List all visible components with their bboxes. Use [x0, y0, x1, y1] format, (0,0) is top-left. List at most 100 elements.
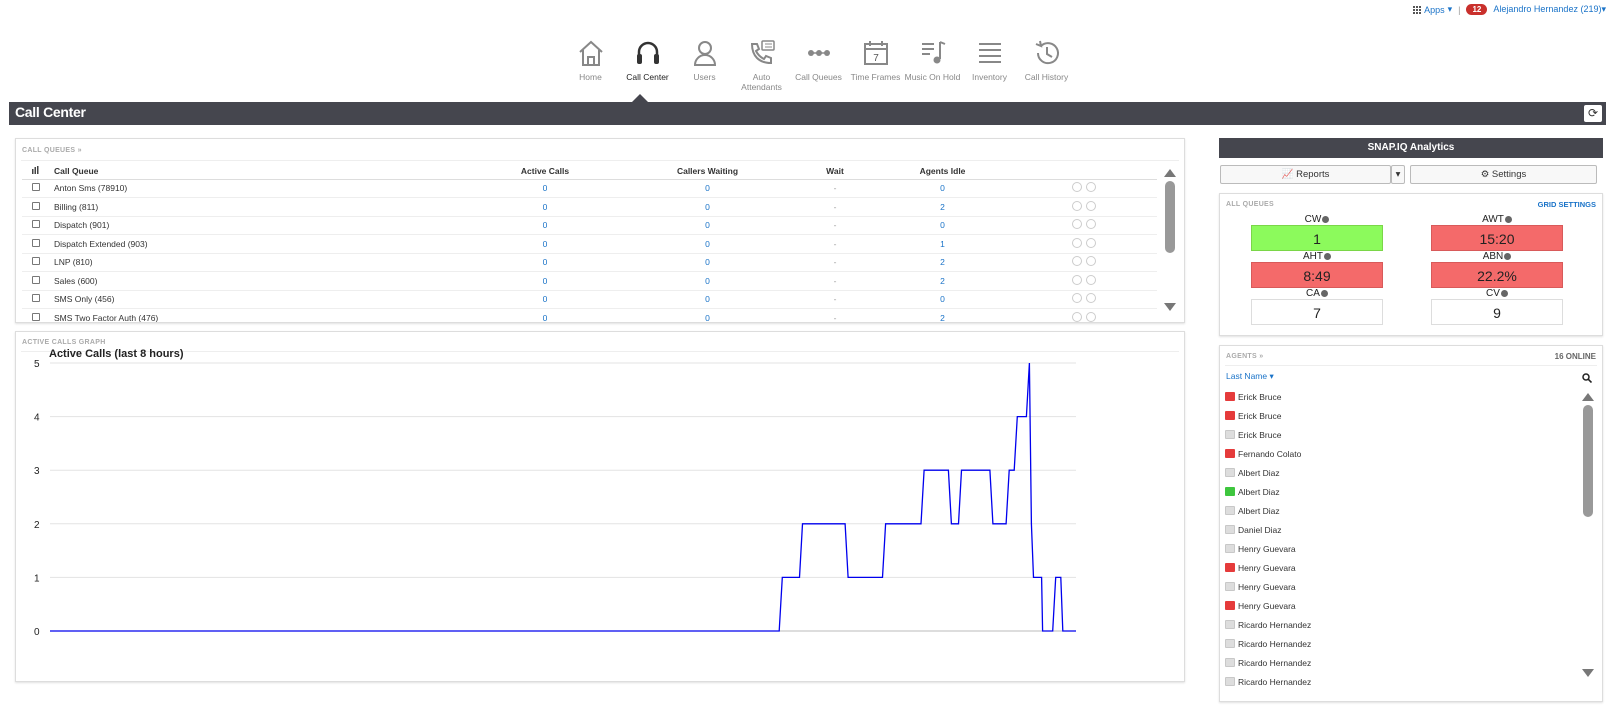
- list-item[interactable]: Henry Guevara: [1225, 596, 1565, 615]
- list-item[interactable]: Fernando Colato: [1225, 444, 1565, 463]
- queue-name[interactable]: Sales (600): [50, 271, 470, 291]
- scroll-down-icon[interactable]: [1582, 669, 1594, 677]
- table-row[interactable]: SMS Two Factor Auth (476) 0 0-2: [22, 308, 1157, 322]
- callers-waiting-value[interactable]: 0: [620, 308, 795, 322]
- grid-settings-link[interactable]: GRID SETTINGS: [1538, 200, 1596, 209]
- user-name[interactable]: Alejandro Hernandez (219): [1493, 4, 1601, 14]
- col-wait[interactable]: Wait: [795, 163, 875, 180]
- agent-name[interactable]: Albert Diaz: [1238, 468, 1280, 478]
- agent-name[interactable]: Albert Diaz: [1238, 487, 1280, 497]
- agent-name[interactable]: Ricardo Hernandez: [1238, 639, 1311, 649]
- agents-idle-value[interactable]: 2: [875, 197, 1010, 217]
- edit-icon[interactable]: [1085, 311, 1096, 322]
- list-item[interactable]: Erick Bruce: [1225, 425, 1565, 444]
- row-checkbox[interactable]: [32, 183, 40, 192]
- callers-waiting-value[interactable]: 0: [620, 253, 795, 272]
- agents-idle-value[interactable]: 2: [875, 308, 1010, 322]
- edit-icon[interactable]: [1085, 200, 1096, 211]
- queue-name[interactable]: SMS Only (456): [50, 290, 470, 309]
- agents-icon[interactable]: [1071, 311, 1082, 322]
- info-icon[interactable]: [1320, 289, 1328, 297]
- nav-time-frames[interactable]: 7 Time Frames: [847, 38, 904, 92]
- table-row[interactable]: Dispatch (901) 0 0-0: [22, 216, 1157, 235]
- sort-label[interactable]: Last Name: [1226, 371, 1267, 381]
- agents-icon[interactable]: [1071, 237, 1082, 248]
- row-checkbox[interactable]: [32, 201, 40, 210]
- agents-sort-dropdown[interactable]: Last Name ▾: [1226, 371, 1274, 382]
- nav-music-on-hold[interactable]: Music On Hold: [904, 38, 961, 92]
- list-item[interactable]: Daniel Diaz: [1225, 520, 1565, 539]
- table-row[interactable]: Dispatch Extended (903) 0 0-1: [22, 234, 1157, 254]
- search-icon[interactable]: [1582, 373, 1592, 383]
- table-row[interactable]: LNP (810) 0 0-2: [22, 253, 1157, 272]
- edit-icon[interactable]: [1085, 182, 1096, 193]
- call-queues-label[interactable]: CALL QUEUES »: [22, 147, 82, 154]
- queue-name[interactable]: Anton Sms (78910): [50, 179, 470, 198]
- agent-name[interactable]: Fernando Colato: [1238, 449, 1301, 459]
- col-agents-idle[interactable]: Agents Idle: [875, 163, 1010, 180]
- active-calls-value[interactable]: 0: [470, 308, 620, 322]
- list-item[interactable]: Albert Diaz: [1225, 501, 1565, 520]
- edit-icon[interactable]: [1085, 293, 1096, 304]
- agent-name[interactable]: Erick Bruce: [1238, 392, 1281, 402]
- queue-name[interactable]: Dispatch (901): [50, 216, 470, 235]
- list-item[interactable]: Ricardo Hernandez: [1225, 653, 1565, 672]
- scroll-up-icon[interactable]: [1164, 169, 1176, 177]
- row-checkbox[interactable]: [32, 238, 40, 247]
- apps-label[interactable]: Apps: [1424, 5, 1445, 15]
- agent-name[interactable]: Ricardo Hernandez: [1238, 620, 1311, 630]
- agent-name[interactable]: Henry Guevara: [1238, 563, 1296, 573]
- queue-name[interactable]: LNP (810): [50, 253, 470, 272]
- table-row[interactable]: Billing (811) 0 0-2: [22, 197, 1157, 217]
- agents-idle-value[interactable]: 0: [875, 216, 1010, 235]
- reports-dropdown-button[interactable]: ▾: [1391, 165, 1405, 184]
- col-active-calls[interactable]: Active Calls: [470, 163, 620, 180]
- edit-icon[interactable]: [1085, 274, 1096, 285]
- agent-name[interactable]: Henry Guevara: [1238, 544, 1296, 554]
- list-item[interactable]: Henry Guevara: [1225, 577, 1565, 596]
- scroll-thumb[interactable]: [1165, 181, 1175, 253]
- scroll-up-icon[interactable]: [1582, 393, 1594, 401]
- stats-column-icon[interactable]: [22, 163, 50, 180]
- agents-icon[interactable]: [1071, 256, 1082, 267]
- scroll-down-icon[interactable]: [1164, 303, 1176, 311]
- agent-name[interactable]: Albert Diaz: [1238, 506, 1280, 516]
- nav-users[interactable]: Users: [676, 38, 733, 92]
- info-icon[interactable]: [1500, 289, 1508, 297]
- nav-auto-attendants[interactable]: Auto Attendants: [733, 38, 790, 92]
- agent-name[interactable]: Henry Guevara: [1238, 582, 1296, 592]
- queue-name[interactable]: SMS Two Factor Auth (476): [50, 308, 470, 322]
- notification-badge[interactable]: 12: [1466, 4, 1488, 15]
- row-checkbox[interactable]: [32, 275, 40, 284]
- nav-call-queues[interactable]: Call Queues: [790, 38, 847, 92]
- reports-button[interactable]: 📈 Reports: [1220, 165, 1391, 184]
- row-checkbox[interactable]: [32, 312, 40, 321]
- user-menu[interactable]: Alejandro Hernandez (219)▾: [1493, 4, 1606, 15]
- info-icon[interactable]: [1322, 215, 1330, 223]
- edit-icon[interactable]: [1085, 256, 1096, 267]
- list-item[interactable]: Henry Guevara: [1225, 558, 1565, 577]
- row-checkbox[interactable]: [32, 220, 40, 229]
- active-calls-value[interactable]: 0: [470, 234, 620, 254]
- refresh-button[interactable]: ⟳: [1584, 105, 1602, 122]
- info-icon[interactable]: [1324, 252, 1331, 260]
- agents-idle-value[interactable]: 2: [875, 271, 1010, 291]
- list-item[interactable]: Henry Guevara: [1225, 539, 1565, 558]
- agents-icon[interactable]: [1071, 182, 1082, 193]
- queue-name[interactable]: Billing (811): [50, 197, 470, 217]
- agents-icon[interactable]: [1071, 293, 1082, 304]
- active-calls-value[interactable]: 0: [470, 271, 620, 291]
- queues-scrollbar[interactable]: [1164, 169, 1176, 317]
- callers-waiting-value[interactable]: 0: [620, 271, 795, 291]
- table-row[interactable]: Sales (600) 0 0-2: [22, 271, 1157, 291]
- col-call-queue[interactable]: Call Queue: [50, 163, 470, 180]
- nav-call-history[interactable]: Call History: [1018, 38, 1075, 92]
- table-row[interactable]: Anton Sms (78910) 0 0-0: [22, 179, 1157, 198]
- agents-idle-value[interactable]: 1: [875, 234, 1010, 254]
- agents-idle-value[interactable]: 2: [875, 253, 1010, 272]
- row-checkbox[interactable]: [32, 257, 40, 266]
- agent-name[interactable]: Erick Bruce: [1238, 430, 1281, 440]
- list-item[interactable]: Ricardo Hernandez: [1225, 672, 1565, 691]
- agents-idle-value[interactable]: 0: [875, 179, 1010, 198]
- agent-name[interactable]: Erick Bruce: [1238, 411, 1281, 421]
